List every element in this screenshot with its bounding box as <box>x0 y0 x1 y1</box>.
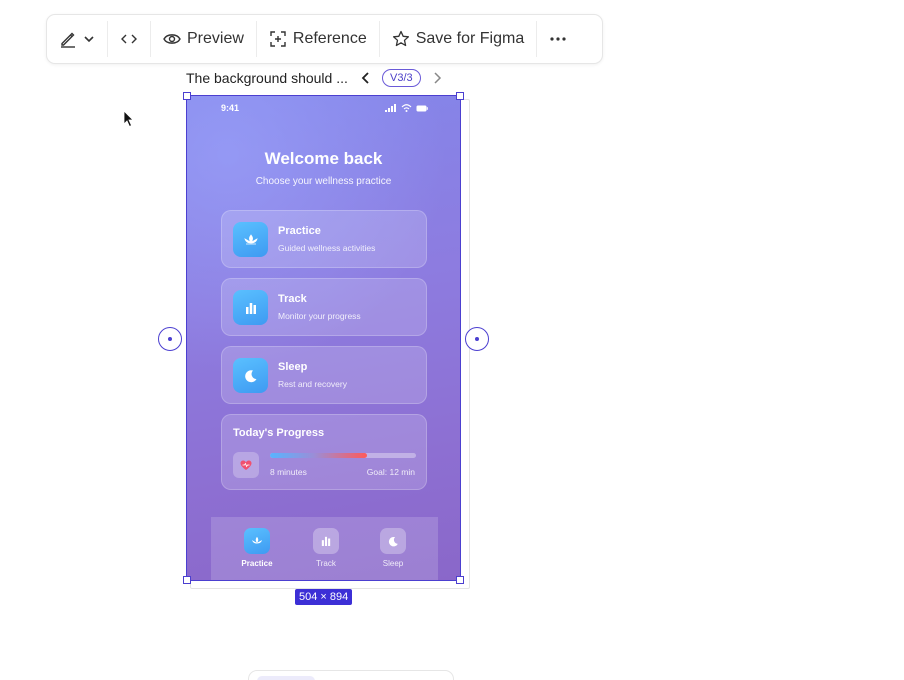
bar-chart-icon <box>233 290 268 325</box>
card-subtitle: Guided wellness activities <box>278 243 376 253</box>
more-icon <box>549 36 567 42</box>
card-subtitle: Monitor your progress <box>278 311 361 321</box>
status-time: 9:41 <box>221 103 240 113</box>
moon-icon <box>233 358 268 393</box>
progress-bar <box>270 453 416 458</box>
resize-handle-bottom-left[interactable] <box>183 576 191 584</box>
code-icon <box>120 32 138 46</box>
heart-icon <box>233 452 259 478</box>
edit-mode-button[interactable] <box>47 15 107 63</box>
resize-handle-bottom-right[interactable] <box>456 576 464 584</box>
chevron-left-icon <box>361 72 369 84</box>
status-bar: 9:41 <box>221 103 428 113</box>
progress-title: Today's Progress <box>233 427 325 439</box>
resize-handle-top-left[interactable] <box>183 92 191 100</box>
eye-icon <box>163 32 181 46</box>
reference-button[interactable]: Reference <box>257 15 379 63</box>
reference-label: Reference <box>292 30 367 47</box>
version-bar: The background should ... V3/3 <box>186 66 447 90</box>
preview-label: Preview <box>187 30 244 47</box>
tab-label: Sleep <box>382 559 404 568</box>
resize-handle-right[interactable] <box>465 327 489 351</box>
pencil-icon <box>59 30 77 48</box>
save-for-figma-button[interactable]: Save for Figma <box>380 15 536 63</box>
chevron-down-icon <box>83 33 95 45</box>
tab-label: Practice <box>241 559 273 568</box>
more-options-button[interactable] <box>537 15 579 63</box>
code-button[interactable] <box>108 15 150 63</box>
next-version-button[interactable] <box>427 68 447 88</box>
card-title: Practice <box>278 225 321 237</box>
card-subtitle: Rest and recovery <box>278 379 347 389</box>
tab-practice[interactable]: Practice <box>227 528 287 568</box>
resize-handle-left[interactable] <box>158 327 182 351</box>
resize-handle-top-right[interactable] <box>456 92 464 100</box>
signal-icon <box>385 104 396 112</box>
bottom-tab-bar: Practice Track Sleep <box>211 517 438 580</box>
status-icons <box>385 104 428 112</box>
frame-size-badge: 504 × 894 <box>295 589 353 605</box>
moon-icon <box>380 528 406 554</box>
card-title: Track <box>278 293 307 305</box>
lotus-icon <box>244 528 270 554</box>
tab-sleep[interactable]: Sleep <box>363 528 423 568</box>
track-card[interactable]: Track Monitor your progress <box>221 278 427 336</box>
progress-card: Today's Progress 8 minutes Goal: 12 min <box>221 414 427 490</box>
previous-version-button[interactable] <box>356 68 376 88</box>
phone-frame[interactable]: 9:41 Welcome back Choose your wellness p… <box>186 95 461 581</box>
welcome-subheading: Choose your wellness practice <box>255 176 392 187</box>
battery-icon <box>416 105 428 111</box>
save-for-figma-label: Save for Figma <box>415 30 525 47</box>
progress-bar-fill <box>270 453 368 458</box>
top-toolbar: Preview Reference Save for Figma <box>46 14 603 64</box>
frame-select-icon <box>269 30 287 48</box>
chevron-right-icon <box>434 72 441 84</box>
practice-card[interactable]: Practice Guided wellness activities <box>221 210 427 268</box>
version-title: The background should ... <box>186 70 348 86</box>
wifi-icon <box>401 104 412 112</box>
bottom-toolbar-active-item[interactable] <box>257 676 315 680</box>
tab-track[interactable]: Track <box>296 528 356 568</box>
lotus-icon <box>233 222 268 257</box>
tab-label: Track <box>316 559 336 568</box>
bottom-toolbar <box>248 670 454 680</box>
sleep-card[interactable]: Sleep Rest and recovery <box>221 346 427 404</box>
progress-current: 8 minutes <box>270 467 307 477</box>
preview-button[interactable]: Preview <box>151 15 256 63</box>
card-title: Sleep <box>278 361 308 373</box>
mouse-cursor-icon <box>123 110 135 133</box>
welcome-heading: Welcome back <box>264 149 383 168</box>
star-icon <box>392 30 410 48</box>
progress-goal: Goal: 12 min <box>366 467 415 477</box>
bar-chart-icon <box>313 528 339 554</box>
version-badge: V3/3 <box>382 69 421 87</box>
